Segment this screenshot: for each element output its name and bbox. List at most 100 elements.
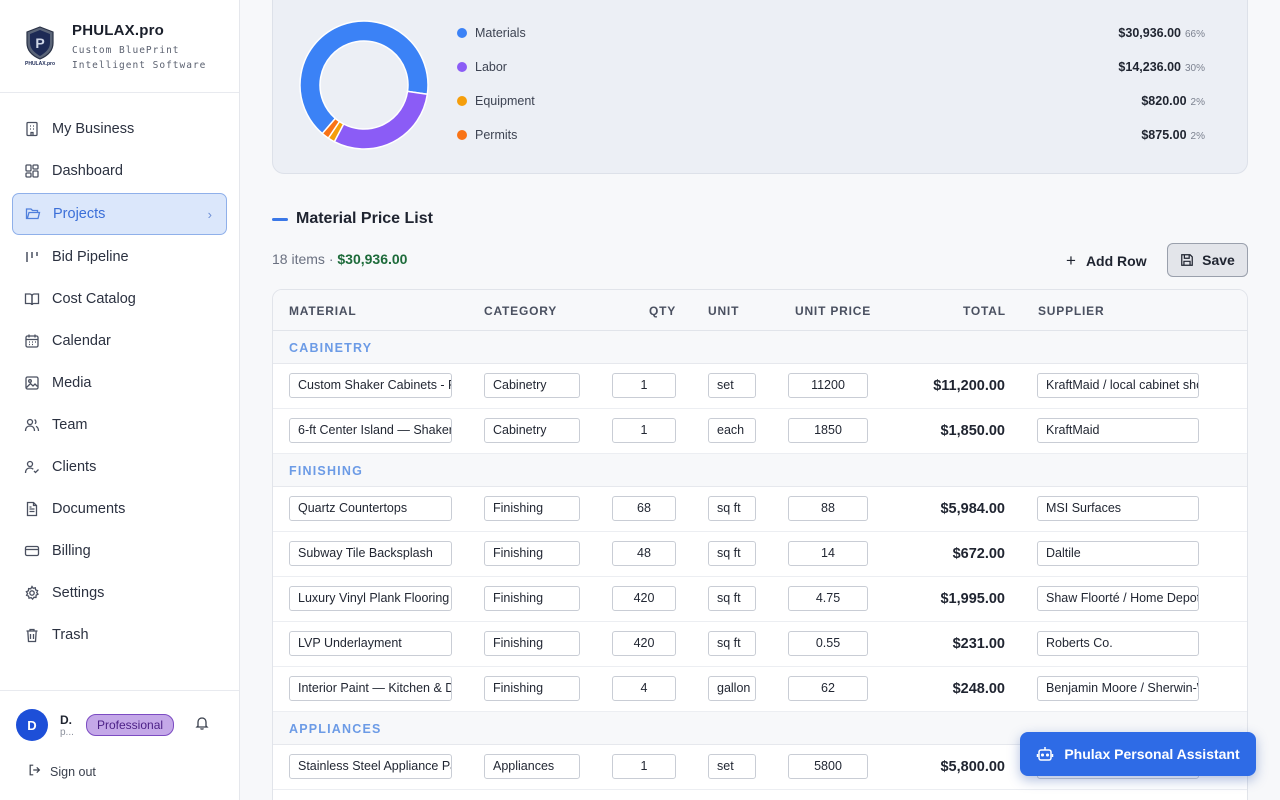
svg-text:P: P (35, 35, 44, 51)
qty-input[interactable]: 68 (612, 496, 676, 521)
sign-out-link[interactable]: Sign out (0, 741, 239, 780)
legend-label: Materials (475, 26, 526, 40)
category-input[interactable]: Finishing (484, 586, 580, 611)
gear-icon (24, 585, 40, 601)
user-name: D. (60, 712, 72, 727)
legend-dot (457, 62, 467, 72)
category-input[interactable]: Finishing (484, 541, 580, 566)
sidebar-item-clients[interactable]: Clients (0, 446, 239, 488)
unit-input[interactable]: set (708, 373, 756, 398)
sidebar-item-cost-catalog[interactable]: Cost Catalog (0, 278, 239, 320)
table-row: Quartz Countertops Finishing 68 sq ft 88… (273, 487, 1247, 532)
unit-input[interactable]: sq ft (708, 586, 756, 611)
bell-icon[interactable] (194, 715, 210, 736)
sign-out-label: Sign out (50, 764, 96, 779)
category-input[interactable]: Cabinetry (484, 373, 580, 398)
supplier-input[interactable]: Shaw Floorté / Home Depot (1037, 586, 1199, 611)
brand-logo[interactable]: P PHULAX.pro (24, 26, 56, 70)
supplier-input[interactable]: MSI Surfaces (1037, 496, 1199, 521)
amount-value: $30,936.00 (1118, 26, 1181, 40)
qty-input[interactable]: 420 (612, 586, 676, 611)
category-row: FINISHING (273, 454, 1247, 487)
row-total: $231.00 (952, 636, 1005, 652)
col-header-unit[interactable]: UNIT (708, 304, 739, 318)
material-input[interactable]: Interior Paint — Kitchen & Dining (289, 676, 452, 701)
sidebar-item-dashboard[interactable]: Dashboard (0, 150, 239, 192)
supplier-input[interactable]: Benjamin Moore / Sherwin-Williams (1037, 676, 1199, 701)
col-header-category[interactable]: CATEGORY (484, 304, 557, 318)
main-content: Materials $30,936.00 66% Labor $14,236.00… (240, 0, 1280, 800)
col-header-material[interactable]: MATERIAL (289, 304, 357, 318)
user-check-icon (24, 459, 40, 475)
sidebar-item-label: Dashboard (52, 163, 123, 179)
material-input[interactable]: 6-ft Center Island — Shaker Style (289, 418, 452, 443)
col-header-unit-price[interactable]: UNIT PRICE (795, 304, 871, 318)
material-input[interactable]: Stainless Steel Appliance Package (289, 754, 452, 779)
book-icon (24, 291, 40, 307)
unit-input[interactable]: gallon (708, 676, 756, 701)
col-header-qty[interactable]: QTY (649, 304, 676, 318)
material-input[interactable]: Luxury Vinyl Plank Flooring (289, 586, 452, 611)
col-header-total[interactable]: TOTAL (963, 304, 1006, 318)
sidebar-item-trash[interactable]: Trash (0, 614, 239, 656)
unit-price-input[interactable]: 1850 (788, 418, 868, 443)
category-input[interactable]: Finishing (484, 631, 580, 656)
legend-row-labor: Labor $14,236.00 30% (457, 57, 1227, 77)
section-title: Material Price List (272, 210, 433, 228)
qty-input[interactable]: 1 (612, 373, 676, 398)
assistant-button[interactable]: Phulax Personal Assistant (1020, 732, 1256, 776)
qty-input[interactable]: 1 (612, 418, 676, 443)
chevron-right-icon: › (207, 206, 212, 222)
unit-input[interactable]: sq ft (708, 631, 756, 656)
supplier-input[interactable]: Roberts Co. (1037, 631, 1199, 656)
save-icon (1181, 254, 1194, 266)
sidebar-item-documents[interactable]: Documents (0, 488, 239, 530)
material-input[interactable]: Subway Tile Backsplash (289, 541, 452, 566)
category-input[interactable]: Appliances (484, 754, 580, 779)
category-input[interactable]: Finishing (484, 676, 580, 701)
sidebar-item-settings[interactable]: Settings (0, 572, 239, 614)
col-header-supplier[interactable]: SUPPLIER (1038, 304, 1104, 318)
unit-input[interactable]: each (708, 418, 756, 443)
supplier-input[interactable]: KraftMaid / local cabinet shop (1037, 373, 1199, 398)
supplier-input[interactable]: KraftMaid (1037, 418, 1199, 443)
avatar[interactable]: D (16, 709, 48, 741)
table-header: MATERIAL CATEGORY QTY UNIT UNIT PRICE TO… (273, 290, 1247, 331)
brand-subtitle-2: Intelligent Software (72, 60, 207, 71)
qty-input[interactable]: 48 (612, 541, 676, 566)
add-row-button[interactable]: + Add Row (1066, 251, 1147, 271)
user-row: D D. p... Professional (0, 691, 239, 741)
user-email: p... (60, 726, 74, 738)
donut-slice-labor[interactable] (333, 90, 429, 150)
sidebar-item-team[interactable]: Team (0, 404, 239, 446)
material-input[interactable]: Quartz Countertops (289, 496, 452, 521)
qty-input[interactable]: 420 (612, 631, 676, 656)
unit-price-input[interactable]: 0.55 (788, 631, 868, 656)
unit-price-input[interactable]: 88 (788, 496, 868, 521)
qty-input[interactable]: 1 (612, 754, 676, 779)
sidebar-item-calendar[interactable]: Calendar (0, 320, 239, 362)
sidebar-item-bid-pipeline[interactable]: Bid Pipeline (0, 236, 239, 278)
sidebar-item-billing[interactable]: Billing (0, 530, 239, 572)
material-input[interactable]: LVP Underlayment (289, 631, 452, 656)
sidebar-item-my-business[interactable]: My Business (0, 108, 239, 150)
amount-value: $14,236.00 (1118, 60, 1181, 74)
sidebar-nav: My Business Dashboard Projects › Bid Pip… (0, 93, 239, 656)
unit-price-input[interactable]: 62 (788, 676, 868, 701)
unit-price-input[interactable]: 5800 (788, 754, 868, 779)
unit-input[interactable]: sq ft (708, 496, 756, 521)
supplier-input[interactable]: Daltile (1037, 541, 1199, 566)
unit-input[interactable]: set (708, 754, 756, 779)
sidebar-item-media[interactable]: Media (0, 362, 239, 404)
category-input[interactable]: Cabinetry (484, 418, 580, 443)
sidebar-item-projects[interactable]: Projects › (12, 193, 227, 235)
unit-price-input[interactable]: 4.75 (788, 586, 868, 611)
unit-input[interactable]: sq ft (708, 541, 756, 566)
qty-input[interactable]: 4 (612, 676, 676, 701)
folder-icon (25, 206, 41, 222)
unit-price-input[interactable]: 11200 (788, 373, 868, 398)
unit-price-input[interactable]: 14 (788, 541, 868, 566)
category-input[interactable]: Finishing (484, 496, 580, 521)
save-button[interactable]: Save (1167, 243, 1248, 277)
material-input[interactable]: Custom Shaker Cabinets - Full Kitchen (289, 373, 452, 398)
